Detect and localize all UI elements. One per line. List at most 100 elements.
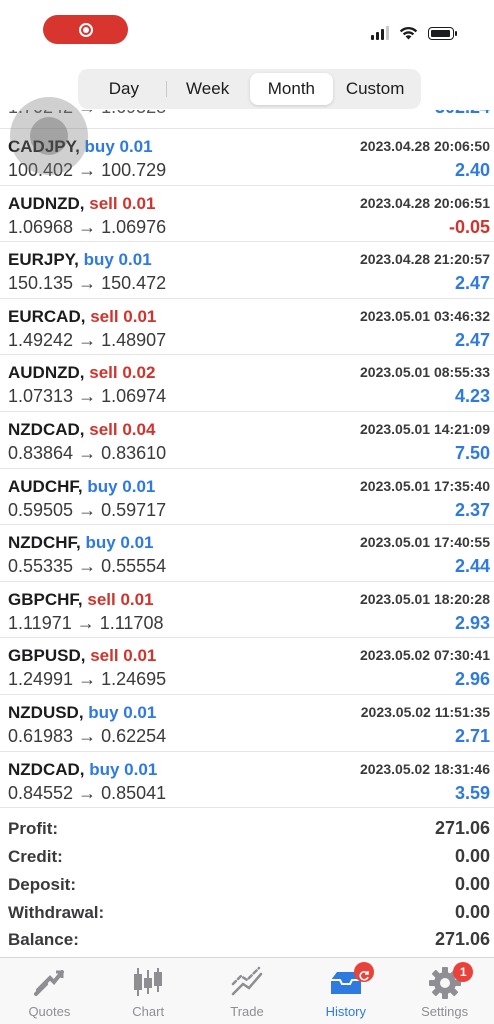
deal-symbol: AUDNZD, sell 0.02 <box>8 363 155 383</box>
deal-symbol-name: EURCAD, <box>8 306 86 326</box>
settings-badge: 1 <box>453 962 474 982</box>
deal-profit: 2.47 <box>454 273 490 294</box>
summary-label: Credit: <box>8 847 63 866</box>
deal-time: 2023.05.01 14:21:09 <box>360 421 490 437</box>
deal-prices: 1.07313 → 1.06974 <box>8 386 167 407</box>
deal-profit: 2.93 <box>454 612 490 633</box>
tab-day[interactable]: Day <box>82 73 166 105</box>
deal-symbol: EURJPY, buy 0.01 <box>8 250 152 270</box>
deal-side: sell 0.01 <box>90 646 157 666</box>
deal-symbol-name: NZDUSD, <box>8 703 84 722</box>
deal-symbol: NZDCAD, sell 0.04 <box>8 420 155 440</box>
deal-symbol-name: GBPUSD, <box>8 646 86 666</box>
deal-profit: 7.50 <box>454 443 490 463</box>
deal-symbol-name: NZDCAD, <box>8 759 85 779</box>
account-summary: Profit: 271.06 Credit: 0.00 Deposit: 0.0… <box>0 807 494 957</box>
tab-quotes[interactable]: Quotes <box>0 958 99 1024</box>
deal-row[interactable]: EURCAD, sell 0.01 2023.05.01 03:46:32 1.49… <box>0 297 494 354</box>
deal-side: buy 0.01 <box>83 250 152 270</box>
deal-time: 2023.05.01 08:55:33 <box>360 364 490 381</box>
summary-value: 271.06 <box>434 818 490 838</box>
chart-candles-icon <box>134 968 163 996</box>
deal-symbol: GBPCHF, sell 0.01 <box>8 590 154 610</box>
deal-symbol: AUDNZD, sell 0.01 <box>8 194 155 214</box>
deal-prices: 150.135 → 150.472 <box>8 273 167 294</box>
deal-time: 2023.04.28 20:06:51 <box>360 194 490 211</box>
deal-symbol: GBPUSD, sell 0.01 <box>8 646 156 666</box>
deal-time: 2023.04.28 21:20:57 <box>360 251 490 268</box>
tab-label: Trade <box>230 1004 264 1019</box>
tab-week[interactable]: Week <box>165 73 250 105</box>
deal-prices: 0.61983 → 0.62254 <box>8 726 167 746</box>
deal-row[interactable]: AUDNZD, sell 0.01 2023.04.28 20:06:51 1.06… <box>0 184 494 241</box>
deal-prices: 0.83864 → 0.83610 <box>8 443 167 463</box>
deal-time: 2023.05.02 11:51:35 <box>360 704 490 720</box>
tab-label: Quotes <box>28 1004 71 1019</box>
quotes-icon <box>34 970 65 996</box>
deal-profit: 2.44 <box>454 556 490 577</box>
tab-label: Chart <box>132 1004 165 1019</box>
summary-profit: Profit: 271.06 <box>0 815 494 843</box>
deal-profit: 2.71 <box>454 726 490 746</box>
screen-recording-indicator[interactable] <box>43 15 128 44</box>
summary-balance: Balance: 271.06 <box>0 926 494 954</box>
deal-time: 2023.05.01 18:20:28 <box>360 590 490 607</box>
tab-custom[interactable]: Custom <box>333 73 417 105</box>
tab-history[interactable]: History <box>296 958 395 1024</box>
deal-time: 2023.05.01 17:35:40 <box>360 477 490 494</box>
system-status-icons <box>371 26 457 40</box>
deal-row[interactable]: NZDCHF, buy 0.01 2023.05.01 17:40:55 0.553… <box>0 524 494 580</box>
tab-chart[interactable]: Chart <box>99 958 198 1024</box>
summary-value: 0.00 <box>454 874 490 894</box>
summary-label: Profit: <box>8 819 59 838</box>
deal-symbol-name: AUDNZD, <box>8 363 85 383</box>
summary-label: Balance: <box>8 930 79 949</box>
deal-prices: 1.11971 → 1.11708 <box>8 612 164 633</box>
deal-side: sell 0.01 <box>87 589 154 609</box>
deal-symbol-name: GBPCHF, <box>8 589 83 609</box>
deal-prices: 0.84552 → 0.85041 <box>8 782 167 803</box>
deal-profit: 4.23 <box>454 386 490 407</box>
deal-row[interactable]: GBPUSD, sell 0.01 2023.05.02 07:30:41 1.24… <box>0 637 494 693</box>
deal-profit: 2.96 <box>454 669 490 690</box>
deal-row[interactable]: AUDCHF, buy 0.01 2023.05.01 17:35:40 0.595… <box>0 467 494 524</box>
deal-symbol-name: AUDCHF, <box>8 476 83 496</box>
deal-row[interactable]: AUDNZD, sell 0.02 2023.05.01 08:55:33 1.07… <box>0 354 494 410</box>
deal-row[interactable]: NZDCAD, buy 0.01 2023.05.02 18:31:46 0.845… <box>0 750 494 807</box>
tab-month[interactable]: Month <box>249 73 334 105</box>
record-icon <box>78 22 93 37</box>
cellular-signal-icon <box>371 26 389 40</box>
deal-symbol: NZDCHF, buy 0.01 <box>8 533 154 553</box>
summary-value: 0.00 <box>454 902 490 922</box>
summary-label: Withdrawal: <box>8 903 105 922</box>
deal-prices: 0.59505 → 0.59717 <box>8 499 167 520</box>
deal-time: 2023.05.01 03:46:32 <box>360 307 490 324</box>
deal-profit: 2.37 <box>454 499 490 520</box>
deal-side: sell 0.01 <box>90 306 157 326</box>
deal-symbol: AUDCHF, buy 0.01 <box>8 477 155 497</box>
touch-indicator <box>10 97 88 175</box>
bottom-tab-bar: Quotes Chart Trade History 1 Settings <box>0 957 494 1024</box>
deal-row[interactable]: NZDUSD, buy 0.01 2023.05.02 11:51:35 0.619… <box>0 694 494 750</box>
deal-row[interactable]: EURJPY, buy 0.01 2023.04.28 21:20:57 150.1… <box>0 241 494 297</box>
status-bar <box>0 0 494 60</box>
summary-value: 0.00 <box>454 846 490 866</box>
trade-icon <box>231 966 263 996</box>
deal-row[interactable]: NZDCAD, sell 0.04 2023.05.01 14:21:09 0.83… <box>0 411 494 467</box>
deal-prices: 1.24991 → 1.24695 <box>8 669 167 690</box>
deal-symbol-name: NZDCHF, <box>8 533 81 553</box>
deal-profit: 2.47 <box>454 329 490 350</box>
summary-label: Deposit: <box>8 875 76 894</box>
deals-list[interactable]: 1.70242 → 1.69528 302.24 CADJPY, buy 0.0… <box>0 110 494 807</box>
deal-time: 2023.05.01 17:40:55 <box>360 534 490 551</box>
deal-side: buy 0.01 <box>89 759 158 779</box>
deal-side: buy 0.01 <box>87 476 156 496</box>
tab-settings[interactable]: 1 Settings <box>395 958 494 1024</box>
deal-profit: 3.59 <box>454 782 490 803</box>
deal-time: 2023.05.02 18:31:46 <box>360 760 490 777</box>
deal-row[interactable]: GBPCHF, sell 0.01 2023.05.01 18:20:28 1.11… <box>0 580 494 637</box>
summary-value: 271.06 <box>434 929 490 949</box>
deal-time: 2023.05.02 07:30:41 <box>360 647 490 664</box>
battery-icon <box>428 26 457 40</box>
tab-trade[interactable]: Trade <box>198 958 297 1024</box>
